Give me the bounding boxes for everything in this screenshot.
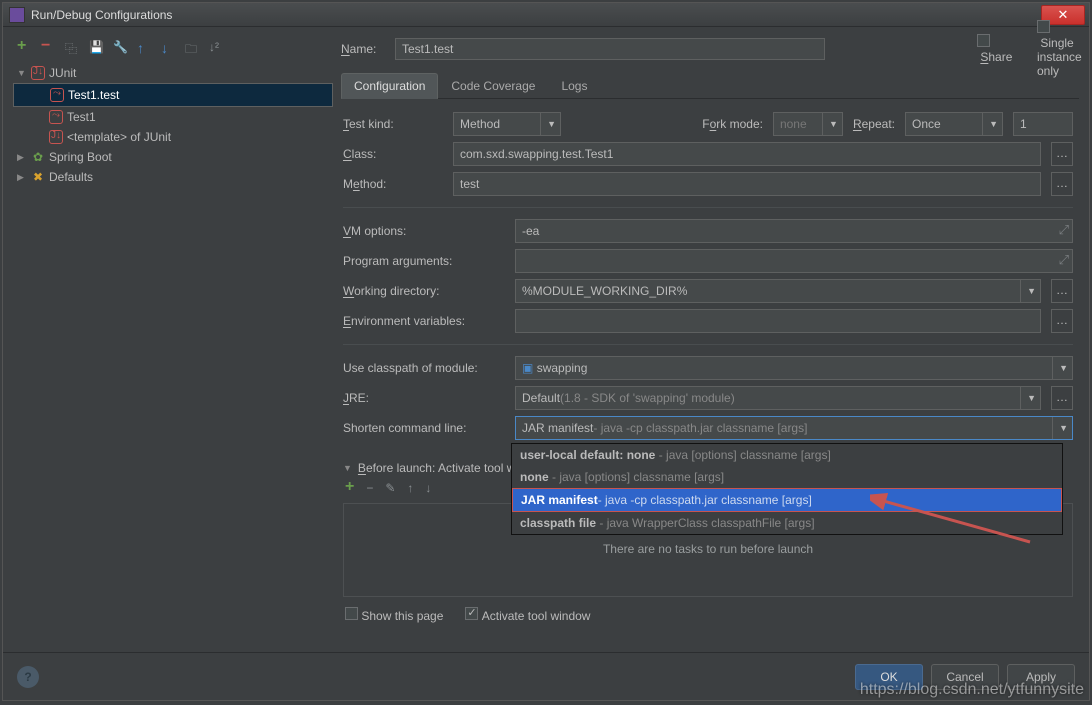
jre-label: JRE: xyxy=(343,391,505,405)
test-kind-label: Test kind: xyxy=(343,117,443,131)
bl-add-icon[interactable]: + xyxy=(345,481,354,495)
tab-configuration[interactable]: Configuration xyxy=(341,73,438,99)
before-launch-exp[interactable]: ▼ xyxy=(343,463,352,473)
vm-label: VM options: xyxy=(343,224,505,238)
class-label: Class: xyxy=(343,147,443,161)
tab-logs[interactable]: Logs xyxy=(548,73,600,98)
class-input[interactable] xyxy=(453,142,1041,166)
single-instance-checkbox[interactable]: Single instance only xyxy=(1037,20,1079,78)
method-input[interactable] xyxy=(453,172,1041,196)
expand-icon[interactable]: ⤢ xyxy=(1059,252,1069,268)
sort-icon[interactable]: ↓² xyxy=(209,40,223,54)
dropdown-option-selected[interactable]: JAR manifest - java -cp classpath.jar cl… xyxy=(512,488,1062,512)
down-icon[interactable]: ↓ xyxy=(161,40,175,54)
env-label: Environment variables: xyxy=(343,314,505,328)
progargs-input[interactable] xyxy=(515,249,1073,273)
bl-up-icon: ↑ xyxy=(407,481,413,495)
tree-toolbar: + − ⿻ 💾 🔧 ↑ ↓ 🗀 ↓² xyxy=(13,35,333,59)
bl-remove-icon: − xyxy=(366,481,373,495)
wd-input[interactable]: %MODULE_WORKING_DIR%▼ xyxy=(515,279,1041,303)
name-label: Name: xyxy=(341,42,383,56)
wrench-icon[interactable]: 🔧 xyxy=(113,40,127,54)
remove-icon[interactable]: − xyxy=(41,40,55,54)
jre-browse[interactable]: … xyxy=(1051,386,1073,410)
share-checkbox[interactable]: Share xyxy=(977,34,1019,64)
up-icon[interactable]: ↑ xyxy=(137,40,151,54)
tree-label: Defaults xyxy=(49,170,93,184)
left-panel: + − ⿻ 💾 🔧 ↑ ↓ 🗀 ↓² ▼J↓ JUnit ⤳ Test1.tes… xyxy=(13,35,333,652)
repeat-count[interactable] xyxy=(1013,112,1073,136)
tree-junit[interactable]: ▼J↓ JUnit xyxy=(13,63,333,83)
repeat-label: Repeat: xyxy=(853,117,895,131)
tree-label: <template> of JUnit xyxy=(67,130,171,144)
dropdown-option[interactable]: user-local default: none - java [options… xyxy=(512,444,1062,466)
env-browse[interactable]: … xyxy=(1051,309,1073,333)
save-icon[interactable]: 💾 xyxy=(89,40,103,54)
window-title: Run/Debug Configurations xyxy=(31,8,1041,22)
activate-tool-checkbox[interactable]: Activate tool window xyxy=(465,607,590,623)
app-icon xyxy=(9,7,25,23)
watermark: https://blog.csdn.net/ytfunnysite xyxy=(860,681,1084,699)
class-browse[interactable]: … xyxy=(1051,142,1073,166)
fork-label: Fork mode: xyxy=(702,117,763,131)
fork-select[interactable]: none▼ xyxy=(773,112,843,136)
method-label: Method: xyxy=(343,177,443,191)
shorten-dropdown: user-local default: none - java [options… xyxy=(511,443,1063,535)
method-browse[interactable]: … xyxy=(1051,172,1073,196)
tree-item-test1-test[interactable]: ⤳ Test1.test xyxy=(13,83,333,107)
wd-label: Working directory: xyxy=(343,284,505,298)
config-tree: ▼J↓ JUnit ⤳ Test1.test ⤳ Test1 J↓ <templ… xyxy=(13,63,333,652)
tree-label: Test1.test xyxy=(68,88,119,102)
test-kind-select[interactable]: Method▼ xyxy=(453,112,561,136)
show-page-checkbox[interactable]: Show this page xyxy=(345,607,443,623)
tree-spring[interactable]: ▶✿ Spring Boot xyxy=(13,147,333,167)
shorten-select[interactable]: JAR manifest - java -cp classpath.jar cl… xyxy=(515,416,1073,440)
tabs: Configuration Code Coverage Logs xyxy=(341,73,1079,99)
dropdown-option[interactable]: none - java [options] classname [args] xyxy=(512,466,1062,488)
tree-defaults[interactable]: ▶✖ Defaults xyxy=(13,167,333,187)
cpmod-select[interactable]: ▣ swapping▼ xyxy=(515,356,1073,380)
bl-edit-icon: ✎ xyxy=(385,481,395,495)
tab-coverage[interactable]: Code Coverage xyxy=(438,73,548,98)
tree-label: JUnit xyxy=(49,66,76,80)
jre-select[interactable]: Default (1.8 - SDK of 'swapping' module)… xyxy=(515,386,1041,410)
tree-item-template[interactable]: J↓ <template> of JUnit xyxy=(13,127,333,147)
tree-label: Test1 xyxy=(67,110,96,124)
folder-icon[interactable]: 🗀 xyxy=(185,40,199,54)
tree-item-test1[interactable]: ⤳ Test1 xyxy=(13,107,333,127)
add-icon[interactable]: + xyxy=(17,40,31,54)
cpmod-label: Use classpath of module: xyxy=(343,361,505,375)
expand-icon[interactable]: ⤢ xyxy=(1059,222,1069,238)
shorten-label: Shorten command line: xyxy=(343,421,505,435)
name-input[interactable] xyxy=(395,38,825,60)
vm-input[interactable] xyxy=(515,219,1073,243)
right-panel: Name: Share Single instance only Configu… xyxy=(341,35,1079,652)
wd-browse[interactable]: … xyxy=(1051,279,1073,303)
copy-icon[interactable]: ⿻ xyxy=(65,40,79,54)
env-input[interactable] xyxy=(515,309,1041,333)
progargs-label: Program arguments: xyxy=(343,254,505,268)
titlebar: Run/Debug Configurations ✕ xyxy=(3,3,1089,27)
bl-down-icon: ↓ xyxy=(425,481,431,495)
repeat-select[interactable]: Once▼ xyxy=(905,112,1003,136)
tree-label: Spring Boot xyxy=(49,150,112,164)
dropdown-option[interactable]: classpath file - java WrapperClass class… xyxy=(512,512,1062,534)
help-icon[interactable]: ? xyxy=(17,666,39,688)
